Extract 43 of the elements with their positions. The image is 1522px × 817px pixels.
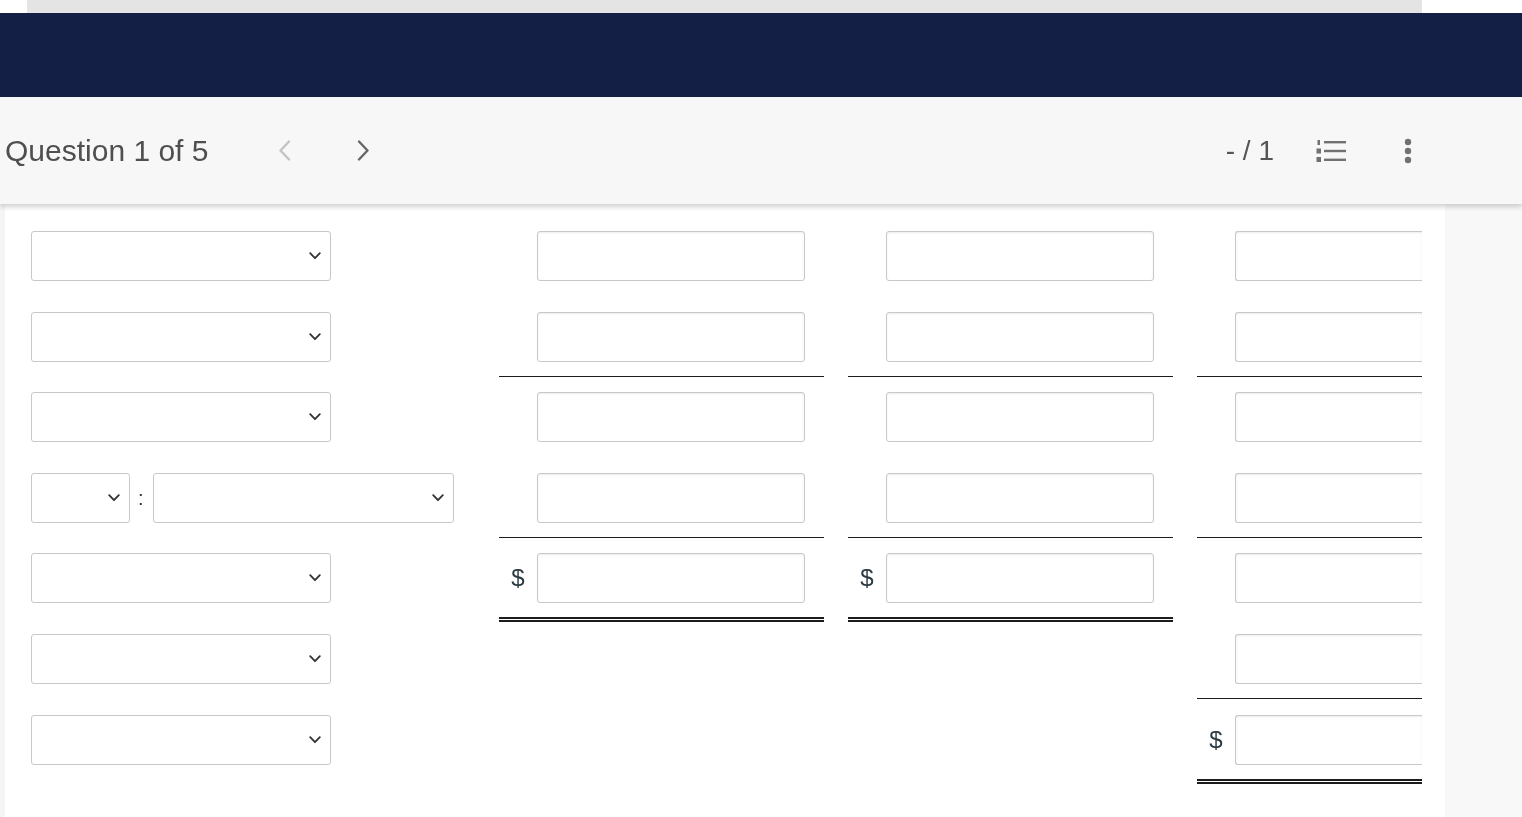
score-text: - / 1 — [1225, 133, 1274, 168]
input-field[interactable] — [1235, 231, 1422, 281]
input-field[interactable] — [886, 472, 1154, 523]
input-field[interactable] — [1235, 553, 1422, 604]
input-field[interactable] — [537, 311, 805, 362]
input-field[interactable] — [537, 231, 805, 281]
input-field[interactable] — [1235, 714, 1422, 765]
chevron-right-icon — [357, 140, 371, 161]
dropdown[interactable] — [31, 231, 331, 281]
dropdown[interactable] — [31, 633, 331, 684]
chevron-down-icon — [309, 735, 321, 744]
input-field[interactable] — [886, 553, 1154, 604]
chevron-down-icon — [309, 332, 321, 341]
currency-symbol: $ — [511, 564, 525, 593]
dropdown[interactable] — [31, 553, 331, 604]
input-field[interactable] — [1235, 392, 1422, 443]
chevron-down-icon — [431, 493, 444, 502]
chevron-down-icon — [309, 654, 321, 663]
input-field[interactable] — [537, 392, 805, 443]
separator-colon: : — [138, 485, 144, 510]
input-field[interactable] — [886, 231, 1154, 281]
chevron-down-icon — [309, 413, 321, 422]
input-field[interactable] — [1235, 311, 1422, 362]
currency-symbol: $ — [860, 564, 874, 593]
chevron-left-icon — [278, 140, 292, 161]
chevron-down-icon — [108, 493, 120, 502]
input-field[interactable] — [537, 472, 805, 523]
input-field[interactable] — [1235, 472, 1422, 523]
dropdown[interactable] — [31, 714, 331, 765]
question-counter: Question 1 of 5 — [5, 132, 209, 169]
input-field[interactable] — [537, 553, 805, 604]
chevron-down-icon — [309, 574, 321, 583]
input-field[interactable] — [886, 311, 1154, 362]
input-field[interactable] — [886, 392, 1154, 443]
more-options-icon — [1404, 137, 1412, 164]
dropdown[interactable] — [31, 392, 331, 443]
currency-symbol: $ — [1209, 725, 1223, 754]
chevron-down-icon — [309, 252, 321, 260]
dropdown[interactable] — [152, 472, 454, 523]
dropdown[interactable] — [31, 472, 130, 523]
dropdown[interactable] — [31, 311, 331, 362]
input-field[interactable] — [1235, 633, 1422, 684]
numbered-list-icon — [1316, 138, 1346, 163]
